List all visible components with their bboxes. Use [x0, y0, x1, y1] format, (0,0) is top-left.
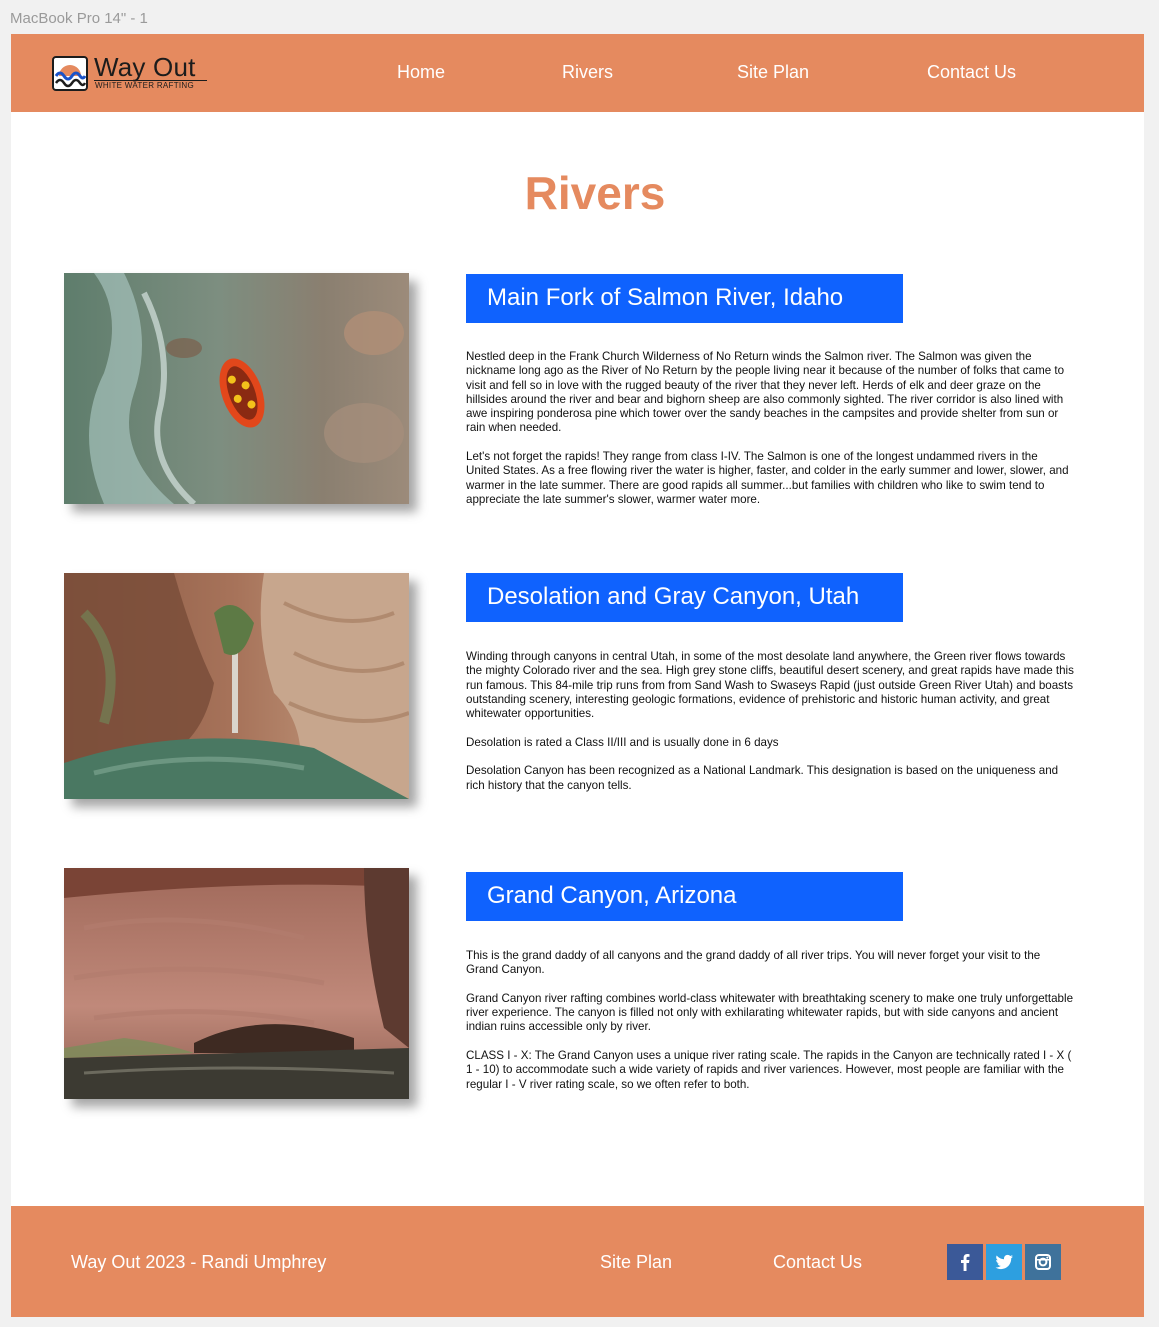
instagram-icon[interactable] — [1025, 1244, 1061, 1280]
site-footer: Way Out 2023 - Randi Umphrey Site Plan C… — [11, 1206, 1144, 1317]
river-description: This is the grand daddy of all canyons a… — [466, 949, 1074, 1106]
river-heading: Desolation and Gray Canyon, Utah — [487, 583, 860, 610]
river-heading-bar: Grand Canyon, Arizona — [466, 872, 903, 921]
twitter-icon[interactable] — [986, 1244, 1022, 1280]
brand-name: Way Out — [94, 52, 196, 82]
aerial-raft-photo — [64, 273, 409, 504]
river-paragraph: This is the grand daddy of all canyons a… — [466, 949, 1041, 977]
brand-tagline: WHITE WATER RAFTING — [95, 81, 195, 90]
canyon-waterfall-photo — [64, 573, 409, 799]
river-description: Winding through canyons in central Utah,… — [466, 650, 1074, 807]
river-heading: Grand Canyon, Arizona — [487, 882, 737, 909]
river-description: Nestled deep in the Frank Church Wildern… — [466, 350, 1074, 522]
nav-rivers[interactable]: Rivers — [562, 62, 613, 83]
wave-logo-icon — [52, 56, 88, 91]
river-paragraph: CLASS I - X: The Grand Canyon uses a uni… — [466, 1049, 1072, 1091]
river-paragraph: Grand Canyon river rafting combines worl… — [466, 991, 1074, 1034]
canyon-wall-river-photo — [64, 868, 409, 1099]
river-heading-bar: Desolation and Gray Canyon, Utah — [466, 573, 903, 622]
river-paragraph: Desolation is rated a Class II/III and i… — [466, 735, 779, 749]
frame-label: MacBook Pro 14" - 1 — [10, 10, 148, 27]
footer-site-plan-link[interactable]: Site Plan — [600, 1252, 672, 1273]
nav-home[interactable]: Home — [397, 62, 445, 83]
footer-credit: Way Out 2023 - Randi Umphrey — [71, 1252, 327, 1272]
footer-contact-link[interactable]: Contact Us — [773, 1252, 862, 1273]
nav-contact[interactable]: Contact Us — [927, 62, 1016, 83]
nav-site-plan[interactable]: Site Plan — [737, 62, 809, 83]
river-paragraph: Winding through canyons in central Utah,… — [466, 650, 1074, 721]
page: Way Out WHITE WATER RAFTING Home Rivers … — [11, 34, 1144, 1317]
river-heading: Main Fork of Salmon River, Idaho — [487, 284, 844, 311]
river-paragraph: Desolation Canyon has been recognized as… — [466, 764, 1059, 792]
river-heading-bar: Main Fork of Salmon River, Idaho — [466, 274, 903, 323]
river-paragraph: Nestled deep in the Frank Church Wildern… — [466, 350, 1065, 435]
facebook-icon[interactable] — [947, 1244, 983, 1280]
page-title: Rivers — [524, 167, 666, 219]
river-paragraph: Let's not forget the rapids! They range … — [466, 450, 1069, 506]
site-header: Way Out WHITE WATER RAFTING Home Rivers … — [11, 34, 1144, 112]
logo[interactable]: Way Out WHITE WATER RAFTING — [52, 52, 222, 94]
